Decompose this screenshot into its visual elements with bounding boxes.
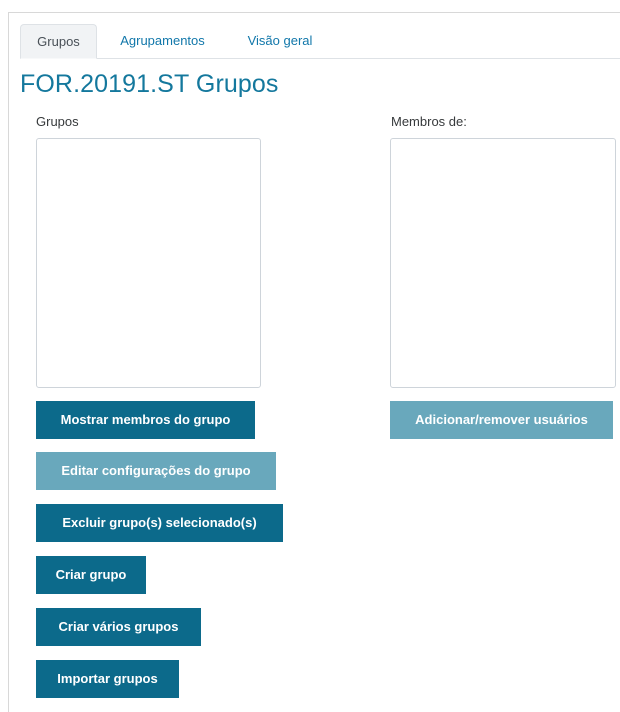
groups-select-list[interactable] [36, 138, 261, 388]
tab-overview[interactable]: Visão geral [230, 24, 330, 59]
page-title: FOR.20191.ST Grupos [20, 70, 279, 98]
tab-groups[interactable]: Grupos [20, 24, 97, 59]
tab-bar: Grupos Agrupamentos Visão geral [20, 24, 620, 59]
groups-label: Grupos [36, 114, 79, 129]
create-multiple-groups-button[interactable]: Criar vários grupos [36, 608, 201, 646]
edit-group-settings-button[interactable]: Editar configurações do grupo [36, 452, 276, 490]
add-remove-users-button[interactable]: Adicionar/remover usuários [390, 401, 613, 439]
delete-selected-groups-button[interactable]: Excluir grupo(s) selecionado(s) [36, 504, 283, 542]
tab-groupings[interactable]: Agrupamentos [105, 24, 220, 59]
import-groups-button[interactable]: Importar grupos [36, 660, 179, 698]
create-group-button[interactable]: Criar grupo [36, 556, 146, 594]
members-label: Membros de: [391, 114, 467, 129]
members-select-list[interactable] [390, 138, 616, 388]
show-group-members-button[interactable]: Mostrar membros do grupo [36, 401, 255, 439]
